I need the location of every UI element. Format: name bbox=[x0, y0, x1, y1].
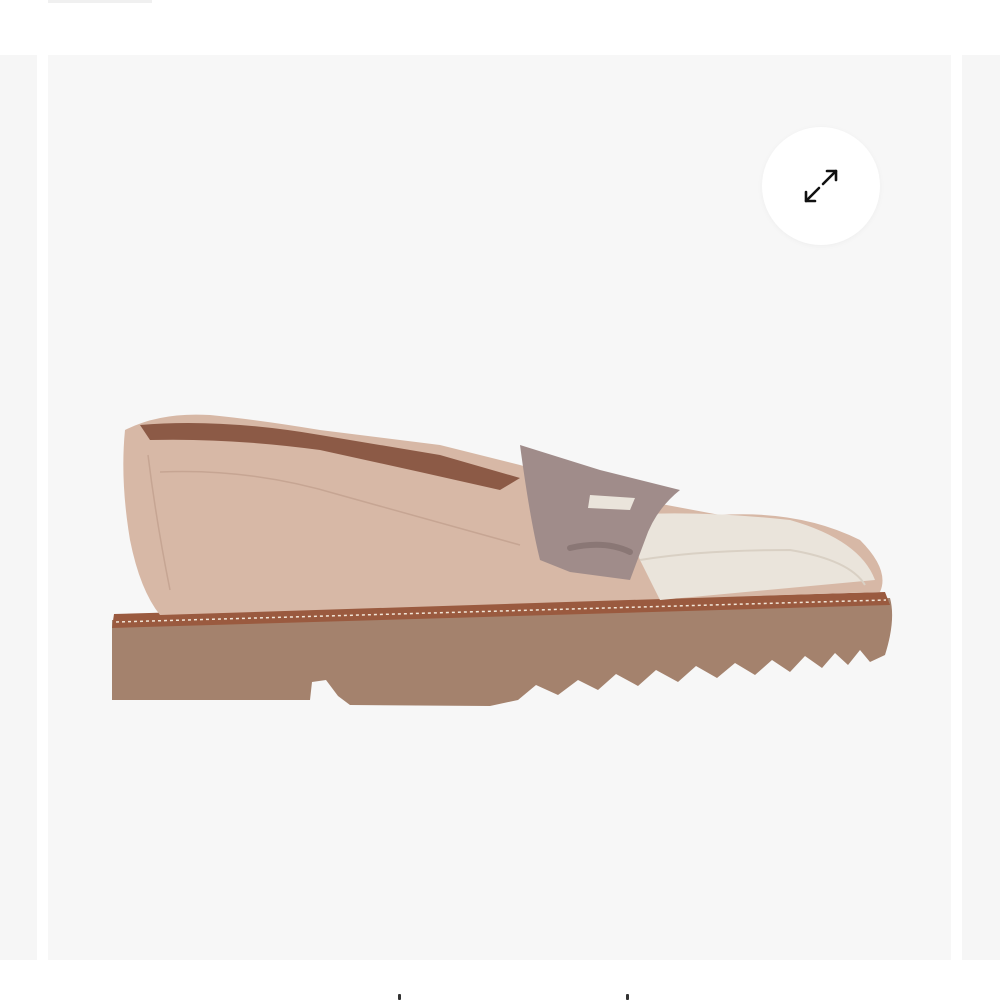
expand-image-button[interactable] bbox=[762, 127, 880, 245]
carousel-pagination bbox=[0, 988, 1000, 1000]
pagination-dot[interactable] bbox=[626, 994, 629, 1000]
next-slide-peek[interactable] bbox=[962, 55, 1000, 960]
top-bar-remnant bbox=[48, 0, 152, 3]
product-gallery-page bbox=[0, 0, 1000, 1000]
product-image[interactable] bbox=[100, 400, 900, 720]
pagination-dot[interactable] bbox=[398, 994, 401, 1000]
previous-slide-peek[interactable] bbox=[0, 55, 37, 960]
expand-arrows-icon bbox=[804, 169, 838, 203]
loafer-shoe-image bbox=[112, 414, 893, 706]
